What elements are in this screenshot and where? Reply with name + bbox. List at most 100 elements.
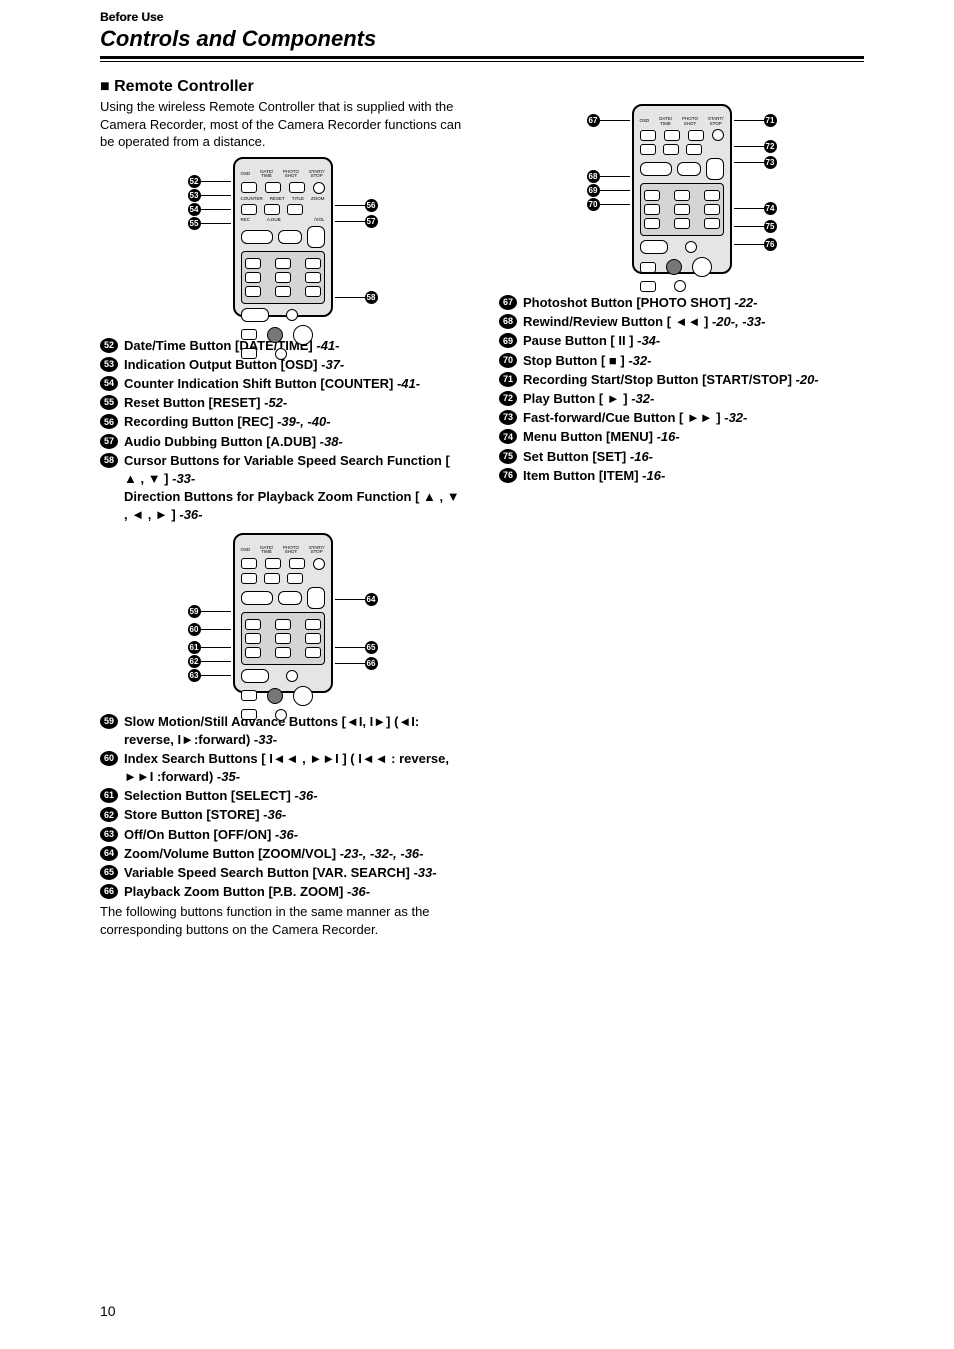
callout-num: 71 [764,114,777,127]
item-page-ref: -41- [397,376,420,391]
callout-num: 70 [587,198,600,211]
item-label: Menu Button [MENU] [523,429,657,444]
callout-num: 74 [764,202,777,215]
item-label: Counter Indication Shift Button [COUNTER… [124,376,397,391]
list-item: 60Index Search Buttons [ I◄◄ , ►►I ] ( I… [100,750,465,786]
list-item: 62Store Button [STORE] -36- [100,806,465,824]
item-page-ref: -16- [657,429,680,444]
item-page-ref: -36- [294,788,317,803]
item-number-badge: 68 [499,314,517,329]
item-number-badge: 59 [100,714,118,729]
list-item: 75 Set Button [SET] -16- [499,448,864,466]
list-item: 56Recording Button [REC] -39-, -40- [100,413,465,431]
item-body: Set Button [SET] -16- [523,448,864,466]
item-page-ref: -33- [413,865,436,880]
callout-num: 68 [587,170,600,183]
item-number-badge: 75 [499,449,517,464]
item-body: Selection Button [SELECT] -36- [124,787,465,805]
item-label: Zoom/Volume Button [ZOOM/VOL] [124,846,340,861]
callout-num: 55 [188,217,201,230]
item-page-ref: -32- [628,353,651,368]
list-item: 55Reset Button [RESET] -52- [100,394,465,412]
item-body: Fast-forward/Cue Button [ ►► ] -32- [523,409,864,427]
callout-num: 64 [365,593,378,606]
list-item: 68Rewind/Review Button [ ◄◄ ] -20-, -33- [499,313,864,331]
left-column: ■ Remote Controller Using the wireless R… [100,74,465,951]
item-label: Set Button [SET] [523,449,630,464]
item-page-ref: -52- [264,395,287,410]
item-number-badge: 65 [100,865,118,880]
item-number-badge: 53 [100,357,118,372]
remote-figure-2: OSDDATE/TIMEPHOTOSHOTSTART/STOP [100,533,465,703]
item-number-badge: 76 [499,468,517,483]
item-page-ref: -37- [321,357,344,372]
item-list-2: 59Slow Motion/Still Advance Buttons [◄I,… [100,713,465,902]
item-page-ref: -36- [275,827,298,842]
right-column: OSDDATE/TIMEPHOTOSHOTSTART/STOP [499,74,864,951]
item-page-ref: -32- [631,391,654,406]
item-label: Pause Button [ II ] [523,333,637,348]
callout-num: 58 [365,291,378,304]
item-label: Rewind/Review Button [ ◄◄ ] [523,314,712,329]
list-item: 64Zoom/Volume Button [ZOOM/VOL] -23-, -3… [100,845,465,863]
item-body: Recording Start/Stop Button [START/STOP]… [523,371,864,389]
item-label: Selection Button [SELECT] [124,788,294,803]
item-number-badge: 72 [499,391,517,406]
list-item: 63 Off/On Button [OFF/ON] -36- [100,826,465,844]
callout-num: 69 [587,184,600,197]
callout-num: 72 [764,140,777,153]
item-page-ref: -39-, -40- [277,414,330,429]
item-label: Item Button [ITEM] [523,468,642,483]
callout-num: 66 [365,657,378,670]
remote-figure-1: OSDDATE/TIMEPHOTOSHOTSTART/STOP COUNTERR… [100,157,465,327]
item-page-ref: -36- [347,884,370,899]
item-label: Variable Speed Search Button [VAR. SEARC… [124,865,413,880]
item-page-ref: -20- [796,372,819,387]
callout-num: 60 [188,623,201,636]
item-body: Play Button [ ► ] -32- [523,390,864,408]
item-body: Stop Button [ ■ ] -32- [523,352,864,370]
item-number-badge: 69 [499,333,517,348]
item-page-ref: -35- [217,769,240,784]
item-body: Playback Zoom Button [P.B. ZOOM] -36- [124,883,465,901]
item-page-ref: -32- [724,410,747,425]
list-item: 69 Pause Button [ II ] -34- [499,332,864,350]
item-page-ref: -36- [263,807,286,822]
list-item: 54 Counter Indication Shift Button [COUNT… [100,375,465,393]
list-item: 58Cursor Buttons for Variable Speed Sear… [100,452,465,525]
item-page-ref: -33- [254,732,277,747]
item-label: Recording Button [REC] [124,414,277,429]
list-item: 76Item Button [ITEM] -16- [499,467,864,485]
item-number-badge: 64 [100,846,118,861]
item-page-ref: -34- [637,333,660,348]
item-label: Fast-forward/Cue Button [ ►► ] [523,410,724,425]
list-item: 65 Variable Speed Search Button [VAR. SEA… [100,864,465,882]
item-label: Index Search Buttons [ I◄◄ , ►►I ] ( I◄◄… [124,751,449,784]
item-body: Cursor Buttons for Variable Speed Search… [124,452,465,525]
closing-text: The following buttons function in the sa… [100,903,465,938]
callout-num: 57 [365,215,378,228]
callout-num: 53 [188,189,201,202]
item-label: Off/On Button [OFF/ON] [124,827,275,842]
item-body: Photoshot Button [PHOTO SHOT] -22- [523,294,864,312]
item-number-badge: 54 [100,376,118,391]
item-number-badge: 57 [100,434,118,449]
item-page-ref: -22- [734,295,757,310]
item-sub: Direction Buttons for Playback Zoom Func… [124,488,465,524]
item-page-ref: -33- [172,471,195,486]
item-number-badge: 71 [499,372,517,387]
section-header: Before Use [100,10,864,24]
item-label: Store Button [STORE] [124,807,263,822]
page-number: 10 [100,1303,116,1319]
rule-thick [100,56,864,59]
list-item: 70Stop Button [ ■ ] -32- [499,352,864,370]
item-number-badge: 63 [100,827,118,842]
rule-thin [100,61,864,62]
item-number-badge: 74 [499,429,517,444]
subsection-heading: ■ Remote Controller [100,78,465,96]
callout-num: 67 [587,114,600,127]
item-body: Pause Button [ II ] -34- [523,332,864,350]
item-label: Audio Dubbing Button [A.DUB] [124,434,320,449]
callout-num: 73 [764,156,777,169]
item-label: Reset Button [RESET] [124,395,264,410]
